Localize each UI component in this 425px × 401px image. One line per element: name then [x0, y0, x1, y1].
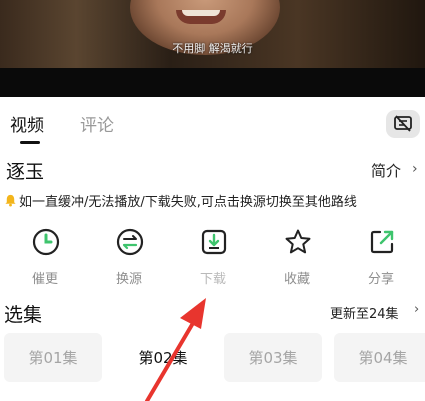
danmaku-off-icon	[394, 115, 412, 132]
episode-item[interactable]: 第03集	[224, 333, 322, 382]
chevron-right-icon[interactable]: ›	[414, 302, 419, 317]
episodes-title: 选集	[4, 304, 43, 326]
episodes-update-link[interactable]: 更新至24集	[330, 303, 399, 322]
tab-comments[interactable]: 评论	[80, 111, 114, 136]
intro-link[interactable]: 简介	[371, 160, 401, 181]
share-icon	[370, 230, 394, 254]
episode-item-current[interactable]: 第02集	[114, 333, 212, 382]
clock-icon	[32, 228, 60, 256]
favorite-button[interactable]: 收藏	[262, 222, 332, 288]
episode-item[interactable]: 第04集	[334, 333, 425, 382]
tab-active-indicator	[20, 141, 40, 144]
playback-notice: 如一直缓冲/无法播放/下载失败,可点击换源切换至其他路线	[4, 191, 357, 210]
video-frame	[0, 0, 425, 68]
episode-list: 第01集 第02集 第03集 第04集	[0, 333, 425, 383]
detail-tabs: 视频 评论	[0, 97, 425, 144]
danmaku-toggle-button[interactable]	[386, 110, 420, 138]
download-button[interactable]: 下载	[178, 222, 248, 288]
download-icon	[201, 229, 227, 255]
bell-icon	[5, 194, 16, 207]
notice-text: 如一直缓冲/无法播放/下载失败,可点击换源切换至其他路线	[19, 195, 357, 210]
action-bar: 催更 换源 下载 收藏 分享	[0, 222, 425, 288]
video-subtitle: 不用脚 解渴就行	[172, 42, 253, 55]
urge-update-label: 催更	[31, 272, 58, 287]
show-title: 逐玉	[6, 161, 45, 183]
switch-source-label: 换源	[115, 272, 142, 287]
urge-update-button[interactable]: 催更	[10, 222, 80, 288]
share-label: 分享	[367, 272, 394, 287]
star-icon	[285, 229, 311, 254]
download-label: 下载	[199, 272, 226, 287]
favorite-label: 收藏	[283, 272, 310, 287]
episode-item[interactable]: 第01集	[4, 333, 102, 382]
app-root: 不用脚 解渴就行 视频 评论 逐玉 简介 › 如一直缓冲/无法播放/下载失败,可…	[0, 0, 425, 401]
video-letterbox	[0, 68, 425, 97]
tab-video[interactable]: 视频	[10, 111, 44, 136]
switch-source-button[interactable]: 换源	[94, 222, 164, 288]
video-teeth	[182, 10, 220, 16]
chevron-right-icon[interactable]: ›	[412, 161, 418, 177]
video-player[interactable]: 不用脚 解渴就行	[0, 0, 425, 97]
share-button[interactable]: 分享	[346, 222, 416, 288]
switch-source-icon	[116, 228, 144, 256]
